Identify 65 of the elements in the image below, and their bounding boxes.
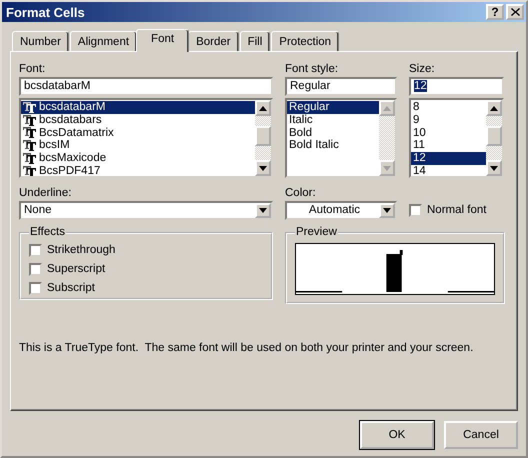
list-item[interactable]: BcsPDF417 (21, 164, 255, 176)
checkbox[interactable]: Strikethrough (29, 241, 263, 260)
scrollbar[interactable] (379, 100, 395, 176)
dialog-button[interactable]: OK (360, 421, 434, 449)
field-label: Font: (19, 63, 46, 75)
group-title: Preview (295, 226, 338, 239)
list-item[interactable]: 10 (411, 126, 486, 140)
input-field[interactable]: bcsdatabarM (19, 77, 273, 96)
field-label: Color: (285, 187, 316, 199)
truetype-icon (23, 153, 36, 164)
group-title: Effects (29, 226, 66, 239)
truetype-icon (23, 114, 36, 126)
down-arrow-icon (490, 166, 498, 170)
dropdown[interactable]: Automatic (285, 201, 397, 220)
field-label: Font style: (285, 63, 338, 75)
note-text: This is a TrueType font. The same font will be used on both your printer and your screen. (19, 342, 474, 355)
scrollbar[interactable] (486, 100, 502, 176)
truetype-icon (23, 166, 36, 176)
down-arrow-icon (383, 208, 391, 213)
tab[interactable]: Font (136, 29, 190, 52)
down-arrow-icon (259, 208, 267, 213)
close-icon (510, 8, 520, 16)
truetype-icon (23, 140, 36, 152)
checkbox[interactable]: Normal font (409, 204, 486, 217)
list-item[interactable]: Italic (287, 114, 379, 127)
list-item[interactable]: 14 (411, 164, 486, 176)
input-field[interactable]: 12 (409, 77, 504, 96)
truetype-icon (23, 127, 36, 138)
close-button[interactable] (506, 4, 524, 20)
tab[interactable]: Number (12, 31, 69, 51)
tab[interactable]: Protection (271, 31, 340, 51)
list-item[interactable]: bcsdatabars (21, 114, 255, 127)
dropdown[interactable]: None (19, 201, 273, 220)
field-label: Size: (409, 63, 435, 75)
dialog-button[interactable]: Cancel (444, 421, 518, 449)
up-arrow-icon (490, 106, 498, 110)
tab[interactable]: Border (188, 31, 239, 51)
input-field[interactable]: Regular (285, 77, 397, 96)
list-item[interactable]: BcsDatamatrix (21, 126, 255, 140)
list-item[interactable]: Regular (287, 101, 379, 114)
list-item[interactable]: bcsMaxicode (21, 152, 255, 165)
list-box[interactable]: 8 9 10 11 12 14 (409, 98, 504, 178)
field-label: Underline: (19, 187, 72, 199)
list-item[interactable]: 12 (411, 152, 486, 165)
scrollbar[interactable] (255, 100, 271, 176)
down-arrow-icon (383, 166, 391, 170)
truetype-icon (23, 102, 36, 113)
list-item[interactable]: 8 (411, 101, 486, 114)
window-title: Format Cells (6, 6, 86, 18)
up-arrow-icon (383, 106, 391, 110)
list-box[interactable]: Regular Italic Bold Bold Italic (285, 98, 397, 178)
list-item[interactable]: 11 (411, 139, 486, 152)
list-item[interactable]: Bold Italic (287, 139, 379, 152)
list-item[interactable]: Bold (287, 126, 379, 140)
up-arrow-icon (259, 106, 267, 110)
checkbox[interactable]: Superscript (29, 260, 263, 279)
list-item[interactable]: bcsIM (21, 139, 255, 152)
tab[interactable]: Alignment (70, 31, 138, 51)
help-button[interactable]: ? (486, 4, 504, 20)
list-box[interactable]: bcsdatabarM bcsdatabars BcsDatamatrix bcsIM bcsMaxicode BcsPDF417 (19, 98, 273, 178)
list-item[interactable]: 9 (411, 114, 486, 127)
tab[interactable]: Fill (240, 31, 270, 51)
checkbox[interactable]: Subscript (29, 279, 263, 298)
down-arrow-icon (259, 166, 267, 170)
list-item[interactable]: bcsdatabarM (21, 101, 255, 114)
